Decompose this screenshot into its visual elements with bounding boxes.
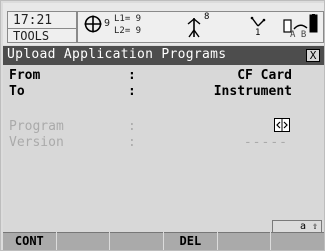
shift-indicator: a ⇧ [272, 220, 322, 232]
to-value[interactable]: Instrument [214, 84, 292, 99]
from-value[interactable]: CF Card [237, 68, 292, 83]
link-number: 1 [255, 28, 261, 38]
from-colon: : [128, 68, 136, 83]
l2-count: L2= 9 [114, 26, 142, 36]
program-colon: : [128, 119, 136, 134]
to-colon: : [128, 84, 136, 99]
antenna-number: 8 [204, 12, 210, 22]
list-selector-icon[interactable] [274, 118, 290, 136]
shift-area: a ⇧ [3, 220, 324, 232]
antenna-icon[interactable] [186, 16, 202, 42]
main-content: From : CF Card To : Instrument Program :… [3, 65, 324, 232]
mode-label: TOOLS [13, 29, 50, 43]
softkey-f1-cont[interactable]: CONT [3, 232, 56, 250]
status-bar: 17:21 TOOLS 9 L1= 9 L2= 9 8 1 A B [3, 3, 324, 45]
clock-time: 17:21 [13, 13, 53, 28]
status-icons: 9 L1= 9 L2= 9 8 1 A B [77, 11, 324, 43]
version-row: Version : ----- [3, 135, 324, 150]
version-value: ----- [243, 135, 288, 150]
satellite-count: 9 [104, 18, 111, 29]
l1-count: L1= 9 [114, 14, 142, 24]
softkey-f5[interactable] [217, 232, 271, 250]
to-label: To [9, 84, 25, 99]
softkey-bar: CONT DEL [3, 232, 325, 250]
title-bar: Upload Application Programs X [3, 46, 324, 65]
close-button[interactable]: X [306, 49, 320, 62]
time-box: 17:21 TOOLS [7, 11, 77, 43]
to-row[interactable]: To : Instrument [3, 84, 324, 99]
softkey-f3[interactable] [110, 232, 164, 250]
program-label: Program [9, 119, 64, 134]
softkey-f2[interactable] [56, 232, 110, 250]
satellite-icon[interactable] [84, 15, 102, 37]
from-row[interactable]: From : CF Card [3, 68, 324, 83]
softkey-f4-del[interactable]: DEL [164, 232, 217, 250]
instrument-screen: 17:21 TOOLS 9 L1= 9 L2= 9 8 1 A B Upload… [0, 0, 325, 251]
version-label: Version [9, 135, 64, 150]
version-colon: : [128, 135, 136, 150]
page-title: Upload Application Programs [7, 47, 227, 62]
softkey-f6[interactable] [271, 232, 325, 250]
from-label: From [9, 68, 41, 83]
battery-label: A B [290, 30, 307, 40]
program-row[interactable]: Program : [3, 118, 324, 136]
